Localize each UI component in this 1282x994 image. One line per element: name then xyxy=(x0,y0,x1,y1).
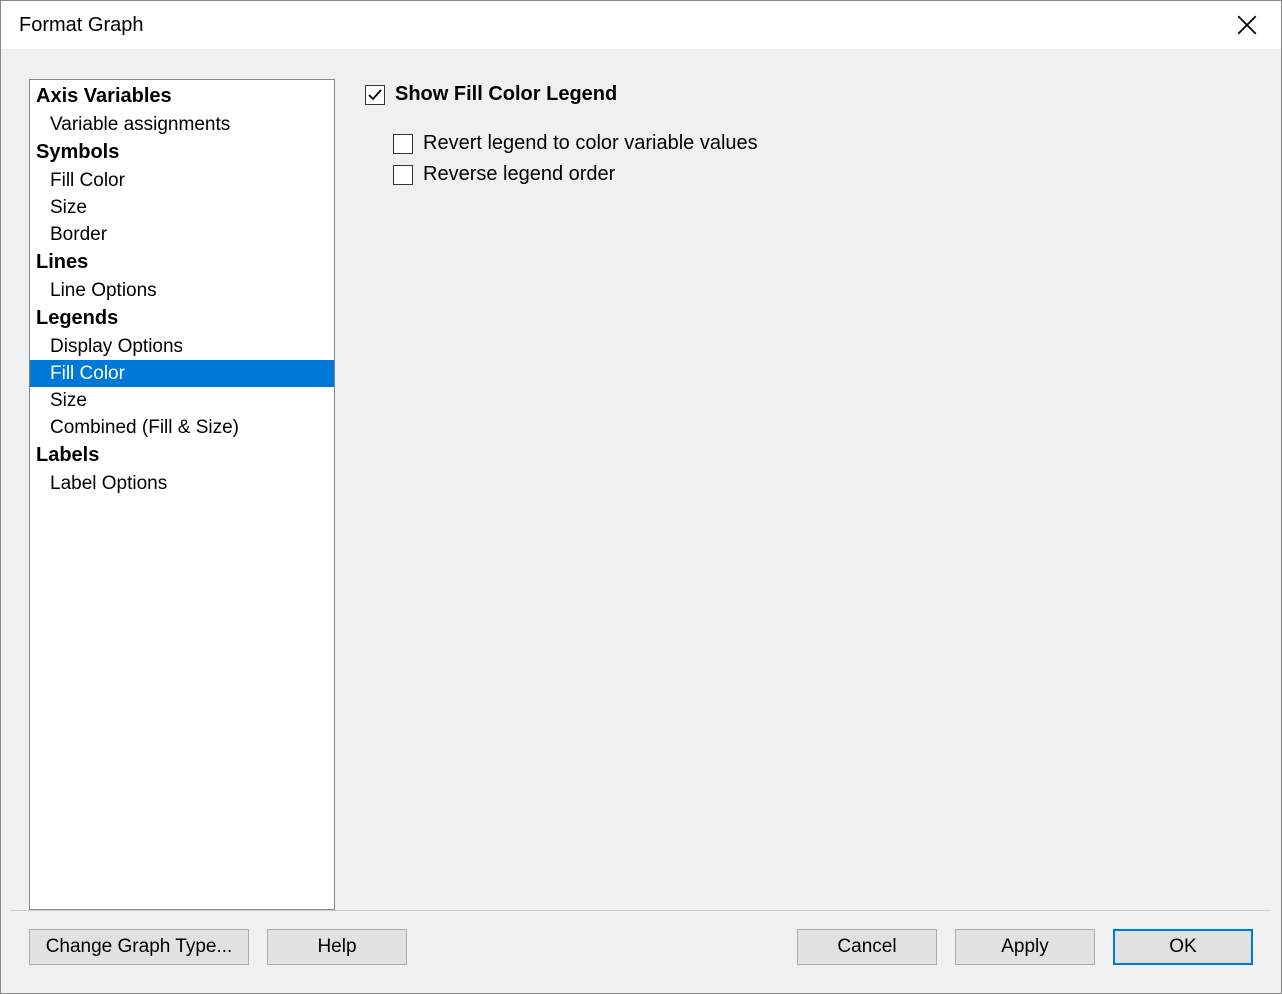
nav-header-symbols: Symbols xyxy=(30,138,334,167)
nav-item-label-options[interactable]: Label Options xyxy=(30,470,334,497)
show-fill-color-legend-label: Show Fill Color Legend xyxy=(395,83,617,106)
ok-button[interactable]: OK xyxy=(1113,929,1253,965)
show-fill-color-legend-checkbox[interactable] xyxy=(365,85,385,105)
nav-tree: Axis Variables Variable assignments Symb… xyxy=(29,79,335,910)
content-area: Axis Variables Variable assignments Symb… xyxy=(1,49,1281,910)
reverse-legend-label: Reverse legend order xyxy=(423,163,615,186)
nav-header-legends: Legends xyxy=(30,304,334,333)
cancel-button[interactable]: Cancel xyxy=(797,929,937,965)
nav-item-legends-display-options[interactable]: Display Options xyxy=(30,333,334,360)
revert-legend-checkbox[interactable] xyxy=(393,134,413,154)
show-fill-color-legend-row: Show Fill Color Legend xyxy=(365,83,1251,106)
reverse-legend-row: Reverse legend order xyxy=(393,163,1251,186)
close-icon xyxy=(1237,15,1257,35)
nav-item-variable-assignments[interactable]: Variable assignments xyxy=(30,111,334,138)
nav-item-line-options[interactable]: Line Options xyxy=(30,277,334,304)
change-graph-type-button[interactable]: Change Graph Type... xyxy=(29,929,249,965)
dialog-body: Axis Variables Variable assignments Symb… xyxy=(1,49,1281,993)
titlebar: Format Graph xyxy=(1,1,1281,49)
nav-item-symbols-size[interactable]: Size xyxy=(30,194,334,221)
revert-legend-label: Revert legend to color variable values xyxy=(423,132,758,155)
nav-item-legends-fill-color[interactable]: Fill Color xyxy=(30,360,334,387)
apply-button[interactable]: Apply xyxy=(955,929,1095,965)
nav-item-legends-combined[interactable]: Combined (Fill & Size) xyxy=(30,414,334,441)
revert-legend-row: Revert legend to color variable values xyxy=(393,132,1251,155)
dialog-title: Format Graph xyxy=(19,14,143,37)
nav-item-symbols-border[interactable]: Border xyxy=(30,221,334,248)
close-button[interactable] xyxy=(1227,5,1267,45)
nav-header-labels: Labels xyxy=(30,441,334,470)
nav-header-lines: Lines xyxy=(30,248,334,277)
main-panel: Show Fill Color Legend Revert legend to … xyxy=(365,79,1251,910)
nav-header-axis-variables: Axis Variables xyxy=(30,82,334,111)
nav-item-symbols-fill-color[interactable]: Fill Color xyxy=(30,167,334,194)
reverse-legend-checkbox[interactable] xyxy=(393,165,413,185)
nav-item-legends-size[interactable]: Size xyxy=(30,387,334,414)
checkmark-icon xyxy=(367,87,383,103)
help-button[interactable]: Help xyxy=(267,929,407,965)
button-bar: Change Graph Type... Help Cancel Apply O… xyxy=(1,911,1281,993)
